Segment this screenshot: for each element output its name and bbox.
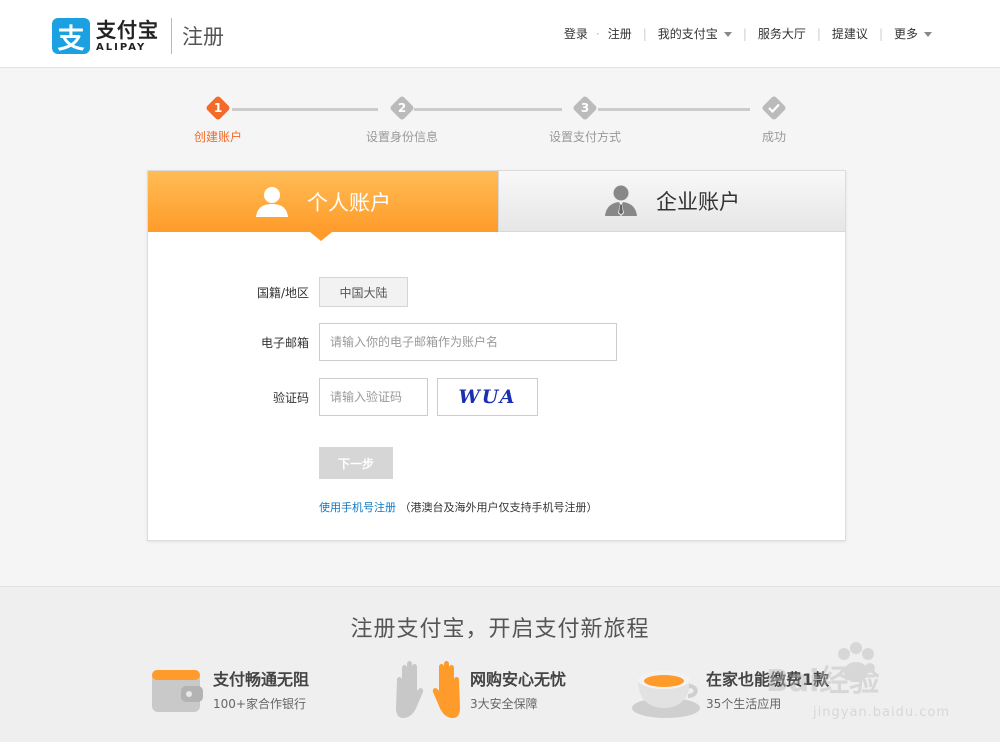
captcha-text: WUA	[458, 386, 517, 408]
feature-subtitle: 3大安全保障	[470, 697, 538, 711]
chevron-down-icon	[924, 31, 932, 37]
country-select[interactable]: 中国大陆	[319, 277, 408, 307]
teacup-icon	[630, 657, 702, 721]
feature-title: 支付畅通无阻	[213, 670, 310, 689]
nav-feedback[interactable]: 提建议	[832, 25, 868, 42]
tab-personal-account[interactable]: 个人账户	[148, 171, 498, 232]
logo-text: 支付宝 ALIPAY	[96, 20, 159, 53]
nav-my-alipay-label: 我的支付宝	[657, 27, 718, 41]
business-user-icon	[605, 185, 637, 216]
email-row: 电子邮箱	[209, 323, 617, 361]
nav-separator: |	[878, 26, 883, 41]
feature-title: 网购安心无忧	[470, 670, 567, 689]
country-label: 国籍/地区	[256, 285, 309, 300]
nav-more[interactable]: 更多	[894, 25, 932, 42]
tab-personal-label: 个人账户	[307, 190, 391, 215]
step-number: 2	[397, 101, 407, 115]
step-4-marker	[761, 95, 787, 121]
email-label: 电子邮箱	[260, 335, 309, 350]
step-3-label: 设置支付方式	[548, 130, 622, 144]
step-1-label: 创建账户	[193, 130, 243, 144]
phone-register-link[interactable]: 使用手机号注册	[319, 501, 396, 514]
logo-cn: 支付宝	[96, 17, 159, 42]
logo-en: ALIPAY	[96, 41, 147, 53]
account-type-tabs: 个人账户 企业账户	[148, 171, 845, 232]
country-row: 国籍/地区 中国大陆	[209, 277, 408, 307]
active-tab-pointer	[310, 232, 332, 241]
captcha-row: 验证码 WUA	[209, 378, 538, 416]
feature-security-text: 网购安心无忧 3大安全保障	[470, 666, 566, 712]
nav-login[interactable]: 登录	[564, 25, 588, 42]
nav-separator: |	[642, 26, 647, 41]
nav-my-alipay[interactable]: 我的支付宝	[658, 25, 732, 42]
top-nav: 登录 · 注册 | 我的支付宝 | 服务大厅 | 提建议 | 更多	[564, 25, 932, 42]
step-4-label: 成功	[761, 130, 787, 144]
alipay-logo-icon: 支	[52, 18, 90, 55]
tab-business-account[interactable]: 企业账户	[498, 171, 845, 232]
chevron-down-icon	[723, 31, 732, 37]
nav-register[interactable]: 注册	[608, 25, 632, 42]
email-input[interactable]	[319, 323, 617, 361]
step-2-label: 设置身份信息	[365, 130, 439, 144]
phone-register-note: （港澳台及海外用户仅支持手机号注册）	[399, 501, 598, 514]
step-number: 1	[213, 101, 223, 115]
nav-separator: |	[742, 26, 747, 41]
step-1-marker: 1	[205, 95, 231, 121]
step-2-marker: 2	[389, 95, 415, 121]
feature-security: 网购安心无忧 3大安全保障	[390, 657, 566, 721]
nav-dot-separator: ·	[595, 26, 600, 41]
registration-steps: 1 创建账户 2 设置身份信息 3 设置支付方式 成功	[190, 95, 800, 146]
watermark-brand: Bai经验	[766, 664, 880, 699]
step-3-marker: 3	[572, 95, 598, 121]
feature-subtitle: 100+家合作银行	[213, 697, 306, 711]
captcha-label: 验证码	[272, 390, 309, 405]
registration-card: 个人账户 企业账户 国籍/地区 中国大陆 电子邮箱 验证码 WUA 下一步 使用…	[147, 170, 846, 541]
next-step-button[interactable]: 下一步	[319, 447, 393, 479]
captcha-input[interactable]	[319, 378, 428, 416]
user-icon	[256, 186, 288, 217]
logo-divider	[171, 18, 172, 54]
nav-more-label: 更多	[893, 27, 918, 41]
watermark-url: jingyan.baidu.com	[813, 705, 950, 720]
nav-separator: |	[816, 26, 821, 41]
feature-banks: 支付畅通无阻 100+家合作银行	[145, 657, 309, 721]
header: 支 支付宝 ALIPAY 注册 登录 · 注册 | 我的支付宝 | 服务大厅 |…	[0, 0, 1000, 68]
captcha-image[interactable]: WUA	[437, 378, 538, 416]
feature-banks-text: 支付畅通无阻 100+家合作银行	[213, 666, 309, 712]
checkmark-icon	[768, 103, 780, 113]
promo-title: 注册支付宝，开启支付新旅程	[350, 617, 650, 642]
step-number: 3	[580, 101, 590, 115]
phone-register-row: 使用手机号注册 （港澳台及海外用户仅支持手机号注册）	[319, 499, 598, 515]
step-connector	[232, 108, 378, 111]
step-connector	[598, 108, 750, 111]
nav-service-hall[interactable]: 服务大厅	[758, 25, 806, 42]
baidu-watermark: Bai经验 jingyan.baidu.com	[766, 640, 950, 720]
alipay-logo[interactable]: 支 支付宝 ALIPAY 注册	[52, 18, 224, 55]
step-connector	[414, 108, 562, 111]
wallet-icon	[145, 657, 209, 721]
hands-icon	[390, 657, 466, 721]
tab-business-label: 企业账户	[656, 190, 740, 214]
page-title: 注册	[182, 25, 224, 49]
